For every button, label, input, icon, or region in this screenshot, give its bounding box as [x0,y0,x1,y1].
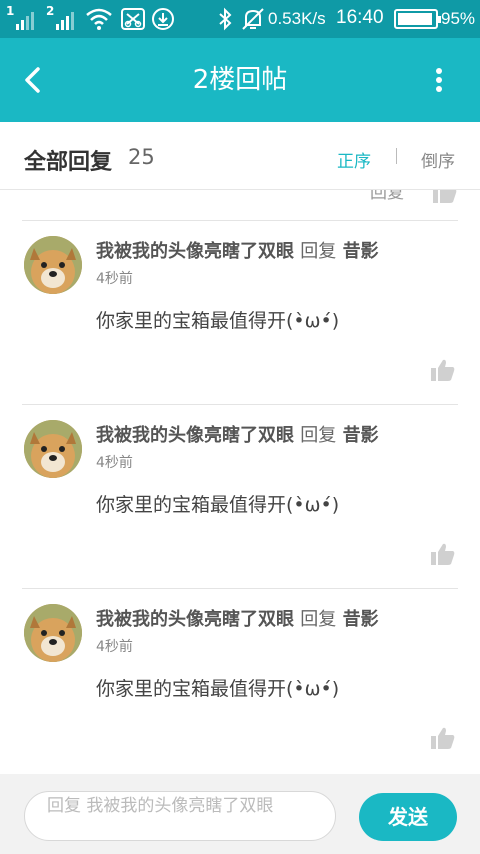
comment-text: 你家里的宝箱最值得开(•̀ω•́) [96,310,340,332]
like-icon[interactable] [430,726,456,750]
wifi-icon [86,8,112,30]
sort-divider [396,148,397,164]
list-item[interactable]: 我被我的头像亮瞎了双眼 回复 昔影 4秒前 你家里的宝箱最值得开(•̀ω•́) [0,588,480,772]
reply-list[interactable]: 回复 我被我的头像亮瞎了双眼 回复 昔影 4秒前 你家里的宝箱最值得开(•̀ω•… [0,190,480,774]
replies-title: 全部回复 [24,150,113,175]
replies-header: 全部回复 25 正序 倒序 [0,122,480,190]
reply-link[interactable]: 回复 [370,190,404,203]
replies-count: 25 [128,145,155,169]
mute-bell-icon [242,8,264,30]
reply-input[interactable]: 回复 我被我的头像亮瞎了双眼 [24,791,336,841]
sort-descending-button[interactable]: 倒序 [421,147,455,172]
battery-icon [394,9,441,29]
comment-timestamp: 4秒前 [96,271,133,287]
battery-percent: 95% [441,9,476,28]
status-bar: 1 2 0.53K/s 16:40 95% [0,0,480,38]
author-name[interactable]: 我被我的头像亮瞎了双眼 [96,425,294,446]
comment-author-line: 我被我的头像亮瞎了双眼 回复 昔影 [96,237,379,263]
network-speed: 0.53K/s [268,9,326,28]
reply-input-bar: 回复 我被我的头像亮瞎了双眼 发送 [0,774,480,854]
reply-word: 回复 [300,241,337,262]
app-bar: 2楼回帖 [0,38,480,122]
sim-slot-label: 2 [46,4,55,18]
clock: 16:40 [336,7,384,28]
like-icon[interactable] [430,542,456,566]
reply-word: 回复 [300,609,337,630]
bluetooth-icon [219,7,232,31]
comment-author-line: 我被我的头像亮瞎了双眼 回复 昔影 [96,421,379,447]
signal-icon: 1 [6,4,36,30]
screenshot-icon [121,8,145,30]
comment-timestamp: 4秒前 [96,455,133,471]
avatar[interactable] [24,236,82,294]
battery-fill [398,13,433,25]
avatar[interactable] [24,604,82,662]
reply-word: 回复 [300,425,337,446]
download-icon [152,8,174,30]
reply-target-name[interactable]: 昔影 [343,609,379,630]
list-item: 回复 [0,190,480,220]
send-button[interactable]: 发送 [359,793,457,841]
comment-author-line: 我被我的头像亮瞎了双眼 回复 昔影 [96,605,379,631]
sort-ascending-button[interactable]: 正序 [337,147,371,172]
reply-target-name[interactable]: 昔影 [343,241,379,262]
like-icon[interactable] [430,358,456,382]
comment-text: 你家里的宝箱最值得开(•̀ω•́) [96,678,340,700]
sim-slot-label: 1 [6,4,15,18]
signal-icon: 2 [46,4,76,30]
list-item[interactable]: 我被我的头像亮瞎了双眼 回复 昔影 4秒前 你家里的宝箱最值得开(•̀ω•́) [0,220,480,404]
author-name[interactable]: 我被我的头像亮瞎了双眼 [96,609,294,630]
page-title: 2楼回帖 [192,65,288,95]
comment-text: 你家里的宝箱最值得开(•̀ω•́) [96,494,340,516]
like-icon[interactable] [432,190,458,204]
comment-timestamp: 4秒前 [96,639,133,655]
reply-target-name[interactable]: 昔影 [343,425,379,446]
avatar[interactable] [24,420,82,478]
author-name[interactable]: 我被我的头像亮瞎了双眼 [96,241,294,262]
list-item[interactable]: 我被我的头像亮瞎了双眼 回复 昔影 4秒前 你家里的宝箱最值得开(•̀ω•́) [0,404,480,588]
more-vert-icon[interactable] [424,60,454,100]
